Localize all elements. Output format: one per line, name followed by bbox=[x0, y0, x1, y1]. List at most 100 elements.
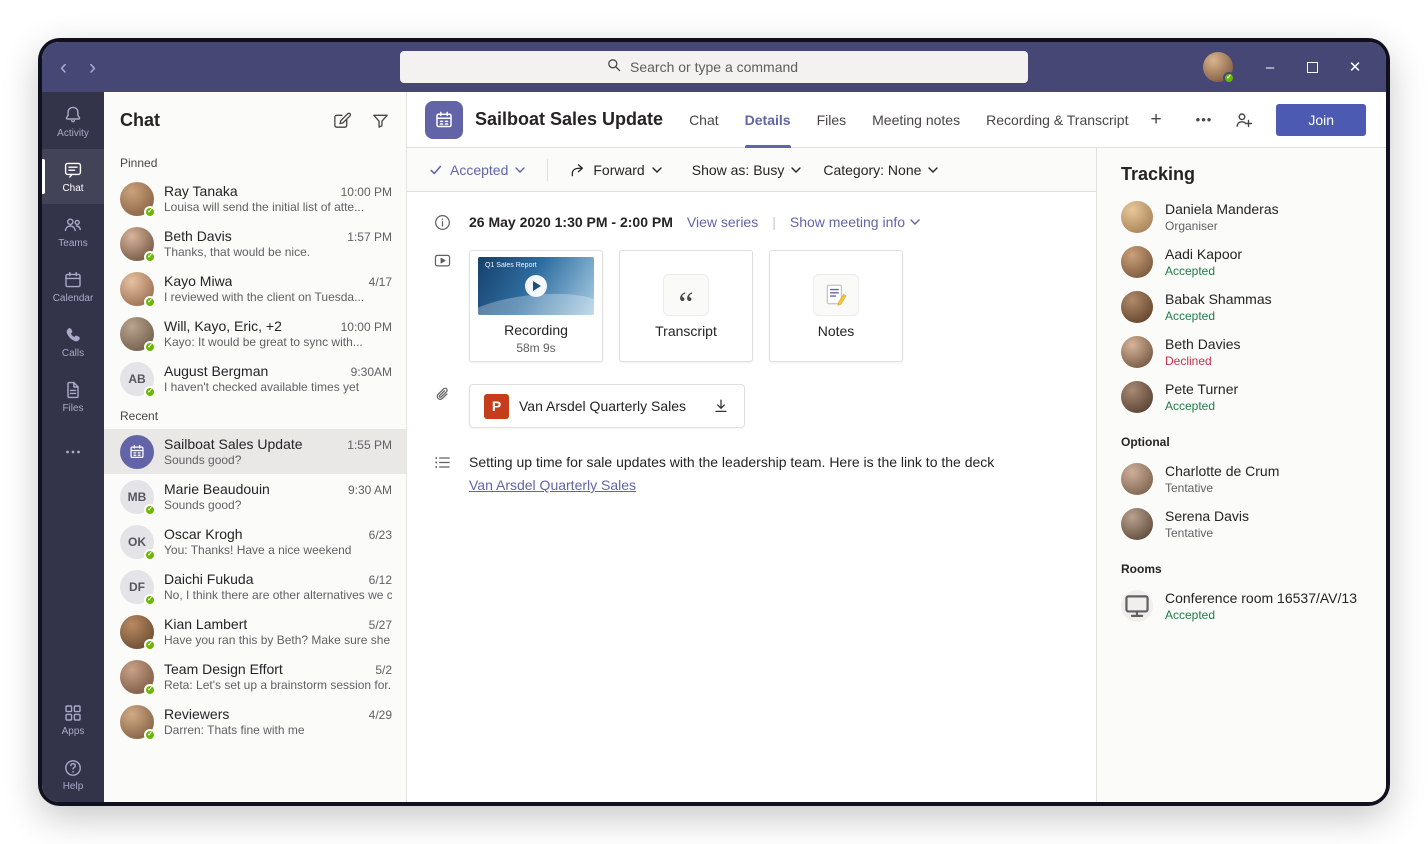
show-as-dropdown[interactable]: Show as: Busy bbox=[692, 162, 802, 178]
meeting-time-row: 26 May 2020 1:30 PM - 2:00 PM View serie… bbox=[431, 212, 1072, 232]
category-dropdown[interactable]: Category: None bbox=[823, 162, 938, 178]
chat-avatar: ✓ bbox=[120, 705, 154, 739]
chat-list-item[interactable]: ✓Will, Kayo, Eric, +210:00 PMKayo: It wo… bbox=[104, 311, 406, 356]
chat-timestamp: 1:57 PM bbox=[347, 230, 392, 244]
rooms-section-label: Rooms bbox=[1121, 562, 1362, 576]
attachment-chip[interactable]: P Van Arsdel Quarterly Sales bbox=[469, 384, 745, 428]
meeting-header: Sailboat Sales Update ChatDetailsFilesMe… bbox=[407, 92, 1386, 148]
meeting-region: Sailboat Sales Update ChatDetailsFilesMe… bbox=[407, 92, 1386, 802]
chat-item-top: Kian Lambert5/27 bbox=[164, 616, 392, 632]
attendee-text: Serena DavisTentative bbox=[1165, 508, 1249, 540]
teams-window: ‹ › ✓ – ✕ ActivityChatTeamsCalendarCalls… bbox=[42, 42, 1386, 802]
attendee-list: Daniela ManderasOrganiserAadi KapoorAcce… bbox=[1121, 201, 1362, 413]
description-row: Setting up time for sale updates with th… bbox=[431, 452, 1072, 495]
maximize-button[interactable] bbox=[1307, 62, 1318, 73]
chat-list-item[interactable]: ✓Team Design Effort5/2Reta: Let's set up… bbox=[104, 654, 406, 699]
chat-preview: No, I think there are other alternatives… bbox=[164, 588, 392, 602]
filter-icon[interactable] bbox=[371, 111, 390, 130]
rail-item-activity[interactable]: Activity bbox=[42, 94, 104, 149]
agenda-icon bbox=[431, 452, 453, 472]
tab-chat[interactable]: Chat bbox=[689, 92, 719, 147]
presence-available-icon: ✓ bbox=[144, 594, 156, 606]
chat-item-text: Team Design Effort5/2Reta: Let's set up … bbox=[164, 661, 392, 692]
rail-item-calls[interactable]: Calls bbox=[42, 314, 104, 369]
chat-timestamp: 5/27 bbox=[369, 618, 392, 632]
chat-item-text: Kian Lambert5/27Have you ran this by Bet… bbox=[164, 616, 392, 647]
chat-preview: You: Thanks! Have a nice weekend bbox=[164, 543, 392, 557]
new-chat-icon[interactable] bbox=[332, 111, 351, 130]
tab-meeting-notes[interactable]: Meeting notes bbox=[872, 92, 960, 147]
rail-item-help[interactable]: Help bbox=[42, 747, 104, 802]
chat-timestamp: 9:30AM bbox=[351, 365, 392, 379]
chat-panel: Chat Pinned✓Ray Tanaka10:00 PMLouisa wil… bbox=[104, 92, 407, 802]
recording-card[interactable]: Q1 Sales Report Recording 58m 9s bbox=[469, 250, 603, 362]
user-avatar[interactable]: ✓ bbox=[1203, 52, 1233, 82]
chat-avatar: ✓ bbox=[120, 615, 154, 649]
chat-list-item[interactable]: ✓Kayo Miwa4/17I reviewed with the client… bbox=[104, 266, 406, 311]
close-button[interactable]: ✕ bbox=[1348, 58, 1362, 76]
chat-list-item[interactable]: AB✓August Bergman9:30AMI haven't checked… bbox=[104, 356, 406, 401]
tab-bar: Chat Details Files Meeting notes Recording &… bbox=[689, 92, 1128, 147]
join-button[interactable]: Join bbox=[1276, 104, 1366, 136]
meeting-description: Setting up time for sale updates with th… bbox=[469, 452, 994, 473]
rail-item-label: Activity bbox=[57, 128, 89, 139]
download-icon[interactable] bbox=[712, 397, 730, 415]
chat-name: Beth Davis bbox=[164, 228, 232, 244]
chat-list-item[interactable]: ✓Ray Tanaka10:00 PMLouisa will send the … bbox=[104, 176, 406, 221]
chat-preview: I haven't checked available times yet bbox=[164, 380, 392, 394]
rail-item-chat[interactable]: Chat bbox=[42, 149, 104, 204]
view-series-link[interactable]: View series bbox=[687, 214, 758, 230]
minimize-button[interactable]: – bbox=[1263, 59, 1277, 76]
search-bar[interactable] bbox=[400, 51, 1028, 83]
chat-list-item[interactable]: MB✓Marie Beaudouin9:30 AMSounds good? bbox=[104, 474, 406, 519]
chat-item-top: Ray Tanaka10:00 PM bbox=[164, 183, 392, 199]
attachment-row: P Van Arsdel Quarterly Sales bbox=[431, 384, 1072, 428]
chat-preview: Have you ran this by Beth? Make sure she… bbox=[164, 633, 392, 647]
rail-item-apps[interactable]: Apps bbox=[42, 692, 104, 747]
chat-item-top: Team Design Effort5/2 bbox=[164, 661, 392, 677]
attendee-status: Declined bbox=[1165, 354, 1240, 368]
chat-list-item[interactable]: OK✓Oscar Krogh6/23You: Thanks! Have a ni… bbox=[104, 519, 406, 564]
deck-link[interactable]: Van Arsdel Quarterly Sales bbox=[469, 477, 636, 493]
chat-timestamp: 6/12 bbox=[369, 573, 392, 587]
rail-item-label: Calendar bbox=[53, 293, 94, 304]
calendar-icon bbox=[63, 270, 83, 290]
tab-recording-transcript[interactable]: Recording & Transcript bbox=[986, 92, 1128, 147]
back-icon[interactable]: ‹ bbox=[60, 57, 67, 78]
show-meeting-info-link[interactable]: Show meeting info bbox=[790, 214, 920, 230]
attendee-name: Serena Davis bbox=[1165, 508, 1249, 524]
chat-list-item[interactable]: ✓Beth Davis1:57 PMThanks, that would be … bbox=[104, 221, 406, 266]
transcript-card[interactable]: “ Transcript bbox=[619, 250, 753, 362]
tab-details[interactable]: Details bbox=[745, 92, 791, 147]
forward-dropdown[interactable]: Forward bbox=[570, 162, 661, 178]
presence-available-icon: ✓ bbox=[144, 549, 156, 561]
attendee-row: Beth DaviesDeclined bbox=[1121, 336, 1362, 368]
meeting-calendar-icon bbox=[425, 101, 463, 139]
chat-item-top: Beth Davis 1:57 PM bbox=[164, 228, 392, 244]
notes-card[interactable]: Notes bbox=[769, 250, 903, 362]
attendee-row: Serena DavisTentative bbox=[1121, 508, 1362, 540]
chat-list-item[interactable]: ✓ Kian Lambert5/27Have you ran this by Be… bbox=[104, 609, 406, 654]
meeting-datetime: 26 May 2020 1:30 PM - 2:00 PM bbox=[469, 214, 673, 230]
forward-icon[interactable]: › bbox=[89, 57, 96, 78]
paperclip-icon bbox=[431, 384, 453, 404]
rail-item-teams[interactable]: Teams bbox=[42, 204, 104, 259]
rail-item-calendar[interactable]: Calendar bbox=[42, 259, 104, 314]
divider bbox=[547, 159, 548, 181]
rsvp-dropdown[interactable]: Accepted bbox=[429, 162, 525, 178]
add-participant-icon[interactable] bbox=[1234, 110, 1254, 130]
attendee-name: Babak Shammas bbox=[1165, 291, 1272, 307]
chevron-down-icon bbox=[515, 167, 525, 173]
chevron-down-icon bbox=[928, 167, 938, 173]
chat-list-item[interactable]: ✓Reviewers4/29Darren: Thats fine with me bbox=[104, 699, 406, 744]
more-options-icon[interactable]: ••• bbox=[1196, 112, 1213, 127]
tab-files[interactable]: Files bbox=[817, 92, 847, 147]
rail-item-more[interactable] bbox=[42, 424, 104, 479]
chat-list-item[interactable]: DF✓Daichi Fukuda6/12No, I think there ar… bbox=[104, 564, 406, 609]
chat-list-item[interactable]: Sailboat Sales Update1:55 PMSounds good? bbox=[104, 429, 406, 474]
initials-avatar: AB✓ bbox=[120, 362, 154, 396]
add-tab-button[interactable]: + bbox=[1150, 109, 1161, 131]
search-input[interactable] bbox=[630, 59, 890, 75]
apps-icon bbox=[63, 703, 83, 723]
rail-item-files[interactable]: Files bbox=[42, 369, 104, 424]
